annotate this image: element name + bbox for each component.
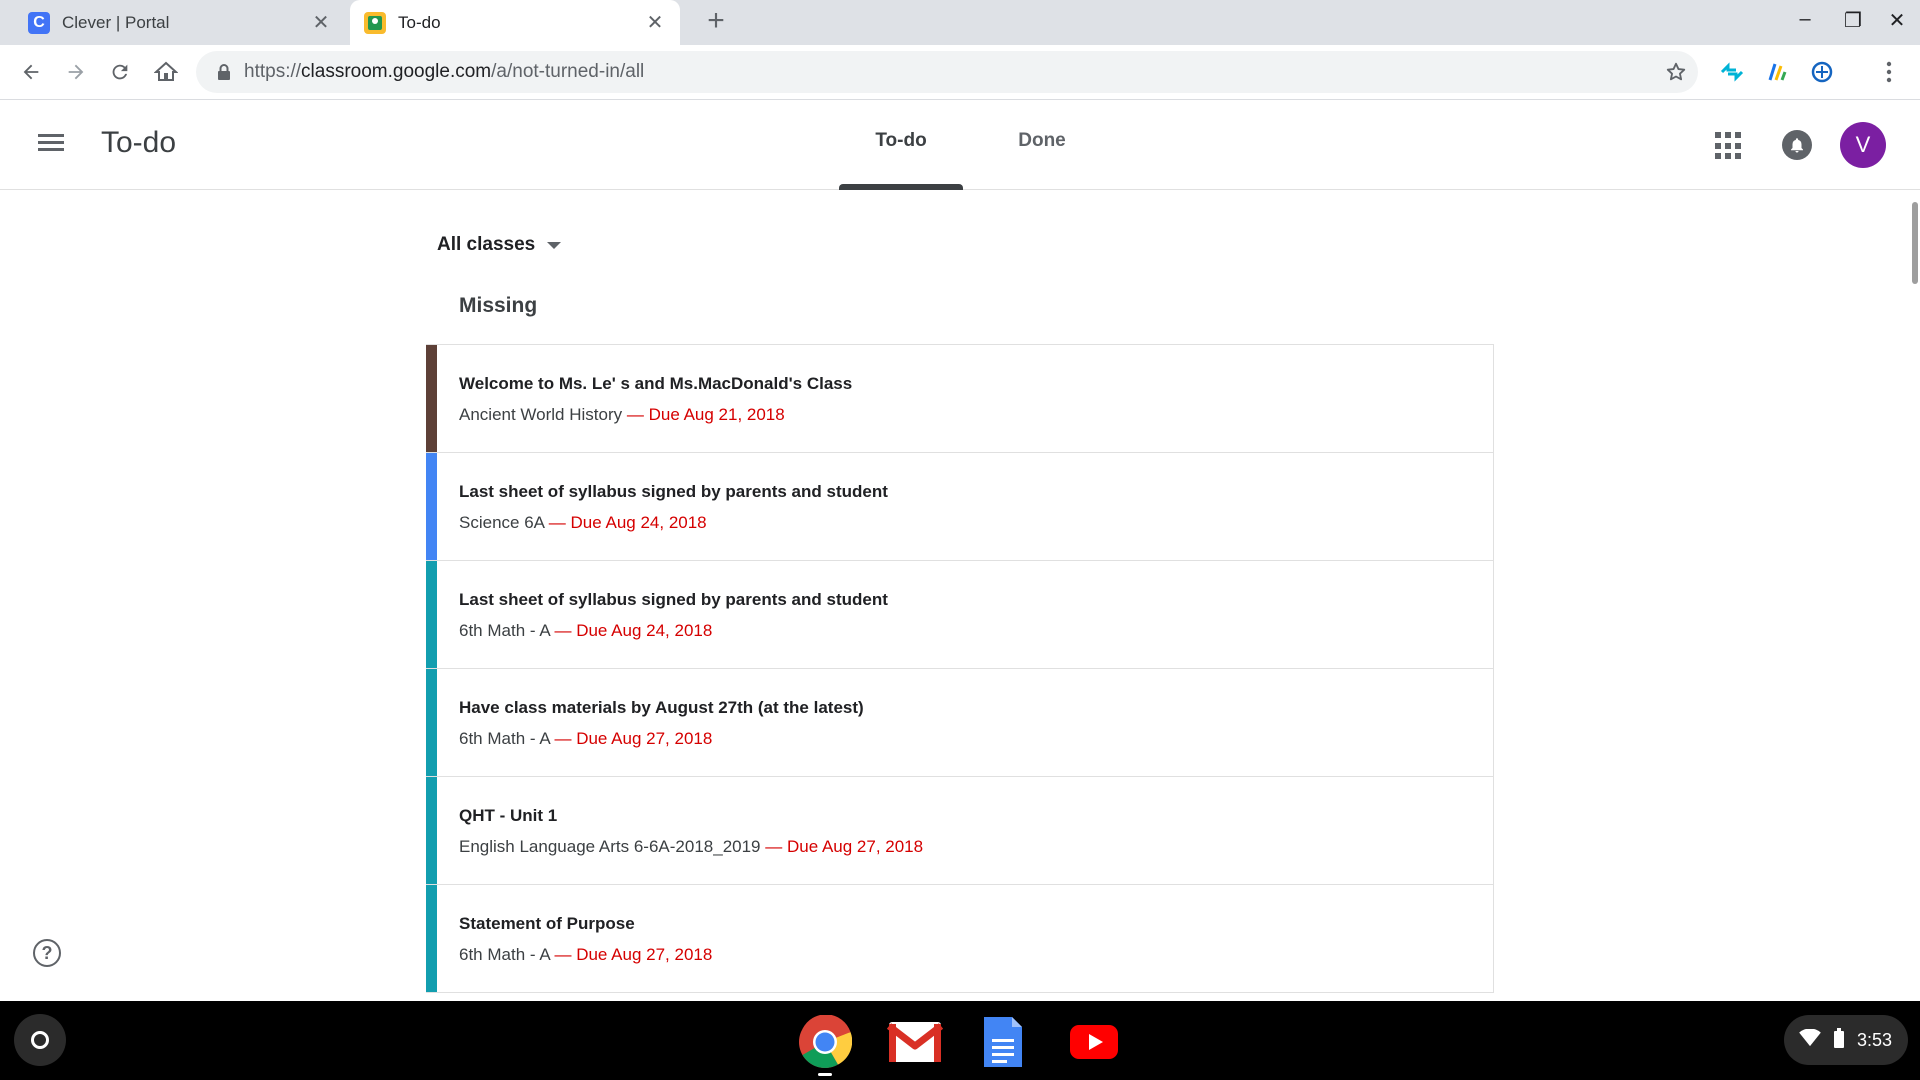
docs-icon[interactable] (975, 1014, 1031, 1070)
avatar[interactable]: V (1840, 122, 1886, 168)
assignment-class: 6th Math - A (459, 945, 550, 964)
assignment-item[interactable]: Last sheet of syllabus signed by parents… (426, 561, 1494, 669)
assignment-meta: English Language Arts 6-6A-2018_2019 — D… (459, 837, 923, 857)
tab-title: Clever | Portal (62, 12, 170, 32)
launcher-button[interactable] (14, 1014, 66, 1066)
section-title: Missing (459, 294, 538, 317)
extension-swap-icon[interactable] (1718, 58, 1746, 86)
tab-to-do[interactable]: To-do (839, 130, 963, 152)
new-tab-button[interactable]: + (700, 6, 732, 38)
system-tray[interactable]: 3:53 (1784, 1015, 1908, 1065)
assignment-class: Ancient World History (459, 405, 623, 424)
class-filter-value: All classes (437, 234, 536, 255)
tab-title: To-do (398, 12, 441, 32)
class-color-bar (426, 345, 437, 452)
close-window-icon[interactable]: ✕ (1882, 8, 1912, 33)
os-shelf: 3:53 (0, 1001, 1920, 1080)
app-header: To-do To-do Done (0, 100, 1920, 284)
assignment-list: Welcome to Ms. Le' s and Ms.MacDonald's … (426, 344, 1494, 993)
youtube-icon[interactable] (1066, 1014, 1122, 1070)
browser-menu-icon[interactable] (1875, 58, 1903, 86)
class-color-bar (426, 777, 437, 884)
url-path: /a/not-turned-in/all (491, 61, 645, 82)
back-icon[interactable] (14, 55, 48, 89)
assignment-meta: 6th Math - A — Due Aug 27, 2018 (459, 729, 712, 749)
active-tab-indicator (839, 184, 963, 190)
extension-kami-icon[interactable] (1763, 58, 1791, 86)
assignment-class: 6th Math - A (459, 729, 550, 748)
lock-icon (204, 63, 244, 81)
assignment-due: — Due Aug 24, 2018 (554, 621, 713, 640)
assignment-item[interactable]: Last sheet of syllabus signed by parents… (426, 453, 1494, 561)
bookmark-star-icon[interactable] (1654, 61, 1698, 83)
assignment-class: Science 6A (459, 513, 545, 532)
url-host: classroom.google.com (301, 61, 492, 82)
class-filter-dropdown[interactable]: All classes (437, 234, 562, 256)
home-icon[interactable] (149, 55, 183, 89)
main-menu-icon[interactable] (36, 130, 66, 160)
close-tab-icon[interactable]: ✕ (306, 10, 336, 35)
minimize-icon[interactable]: – (1790, 8, 1820, 31)
reload-icon[interactable] (103, 55, 137, 89)
url-scheme: https:// (244, 61, 302, 82)
page-title: To-do (101, 126, 177, 159)
classroom-favicon-icon (364, 11, 386, 34)
assignment-meta: 6th Math - A — Due Aug 27, 2018 (459, 945, 712, 965)
assignment-title: Welcome to Ms. Le' s and Ms.MacDonald's … (459, 374, 853, 393)
chrome-icon[interactable] (797, 1014, 853, 1070)
extension-read-write-icon[interactable] (1808, 58, 1836, 86)
browser-toolbar: https://classroom.google.com/a/not-turne… (0, 45, 1920, 100)
assignment-title: Last sheet of syllabus signed by parents… (459, 482, 888, 501)
class-color-bar (426, 885, 437, 992)
assignment-meta: 6th Math - A — Due Aug 24, 2018 (459, 621, 712, 641)
clock-time: 3:53 (1856, 1029, 1892, 1050)
browser-tab-strip: C Clever | Portal ✕ To-do ✕ + – ❐ ✕ (0, 0, 1920, 45)
restore-icon[interactable]: ❐ (1838, 8, 1868, 33)
assignment-due: — Due Aug 27, 2018 (765, 837, 924, 856)
clever-favicon-icon: C (28, 11, 50, 34)
browser-tab-clever[interactable]: C Clever | Portal ✕ (16, 0, 346, 45)
assignment-due: — Due Aug 24, 2018 (548, 513, 707, 532)
assignment-title: Last sheet of syllabus signed by parents… (459, 590, 888, 609)
gmail-icon[interactable] (887, 1014, 943, 1070)
wifi-icon (1799, 1027, 1821, 1052)
assignment-item[interactable]: Statement of Purpose 6th Math - A — Due … (426, 885, 1494, 993)
browser-tab-todo[interactable]: To-do ✕ (350, 0, 680, 45)
class-color-bar (426, 561, 437, 668)
close-tab-icon[interactable]: ✕ (640, 10, 670, 35)
chevron-down-icon (547, 241, 562, 249)
assignment-meta: Ancient World History — Due Aug 21, 2018 (459, 405, 785, 425)
scrollbar[interactable] (1912, 202, 1918, 284)
launcher-icon (31, 1031, 49, 1049)
running-app-indicator (818, 1073, 832, 1076)
url-text: https://classroom.google.com/a/not-turne… (244, 61, 1654, 83)
assignment-title: Statement of Purpose (459, 914, 635, 933)
assignment-due: — Due Aug 21, 2018 (626, 405, 785, 424)
google-apps-icon[interactable] (1715, 132, 1743, 160)
notifications-icon[interactable] (1782, 130, 1812, 160)
tab-done[interactable]: Done (980, 130, 1104, 152)
assignment-item[interactable]: Welcome to Ms. Le' s and Ms.MacDonald's … (426, 345, 1494, 453)
address-bar[interactable]: https://classroom.google.com/a/not-turne… (196, 51, 1698, 93)
assignment-item[interactable]: QHT - Unit 1 English Language Arts 6-6A-… (426, 777, 1494, 885)
assignment-due: — Due Aug 27, 2018 (554, 945, 713, 964)
forward-icon[interactable] (59, 55, 93, 89)
assignment-title: Have class materials by August 27th (at … (459, 698, 864, 717)
assignment-meta: Science 6A — Due Aug 24, 2018 (459, 513, 707, 533)
assignment-due: — Due Aug 27, 2018 (554, 729, 713, 748)
class-color-bar (426, 453, 437, 560)
assignment-class: 6th Math - A (459, 621, 550, 640)
assignment-title: QHT - Unit 1 (459, 806, 558, 825)
class-color-bar (426, 669, 437, 776)
assignment-item[interactable]: Have class materials by August 27th (at … (426, 669, 1494, 777)
battery-icon (1833, 1027, 1845, 1053)
help-icon[interactable]: ? (33, 939, 61, 967)
assignment-class: English Language Arts 6-6A-2018_2019 (459, 837, 761, 856)
